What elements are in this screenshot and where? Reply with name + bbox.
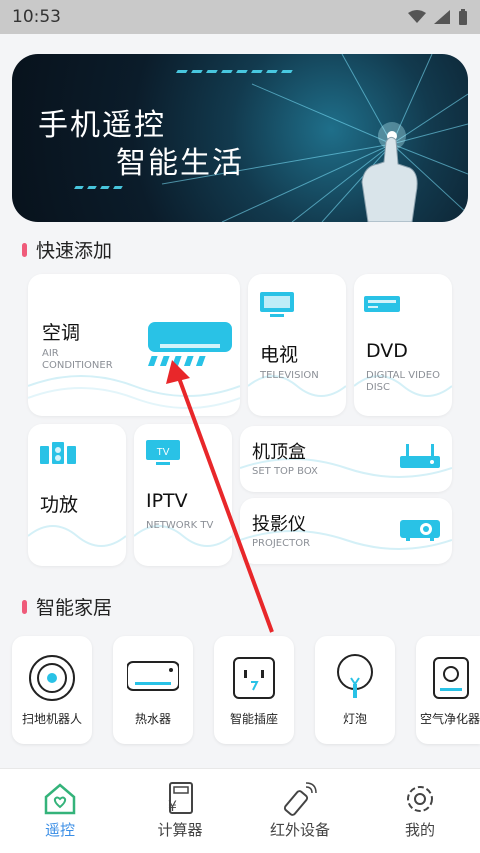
smart-home-title: 智能家居 — [36, 597, 113, 619]
robot-vacuum-icon — [29, 655, 75, 701]
section-marker — [22, 599, 27, 614]
remote-home-icon — [44, 783, 76, 815]
svg-text:TV: TV — [157, 447, 170, 458]
battery-icon — [459, 9, 467, 25]
device-card-iptv[interactable]: TV IPTV NETWORK TV — [134, 424, 232, 566]
device-card-amplifier[interactable]: 功放 — [28, 424, 126, 566]
smart-home-label: 热水器 — [134, 712, 171, 726]
smart-home-item-robot-vacuum[interactable]: 扫地机器人 — [12, 636, 92, 744]
device-sub-iptv: NETWORK TV — [146, 520, 214, 531]
amplifier-icon — [40, 442, 76, 464]
smart-home-label: 灯泡 — [342, 712, 367, 726]
status-time: 10:53 — [12, 7, 61, 27]
smart-home-item-smart-socket[interactable]: 智能插座 — [214, 636, 294, 744]
device-card-air-conditioner[interactable]: 空调 AIR CONDITIONER — [28, 274, 240, 416]
device-card-dvd[interactable]: DVD DIGITAL VIDEO DISC — [354, 274, 452, 416]
tab-calculator[interactable]: ¥ 计算器 — [120, 769, 240, 853]
status-bar: 10:53 — [0, 0, 480, 34]
air-conditioner-icon — [148, 322, 232, 366]
device-card-tv[interactable]: 电视 TELEVISION — [248, 274, 346, 416]
projector-icon — [400, 520, 440, 541]
tv-icon — [260, 292, 294, 317]
device-card-set-top-box[interactable]: 机顶盒 SET TOP BOX — [240, 426, 452, 492]
bottom-tab-bar: 遥控 ¥ 计算器 红外设备 我的 — [0, 768, 480, 853]
device-name-dvd: DVD — [366, 340, 408, 362]
smart-home-item-air-purifier[interactable]: 空气净化器 — [416, 636, 480, 744]
device-name-iptv: IPTV — [146, 490, 188, 512]
device-sub-dvd: DIGITAL VIDEO DISC — [366, 370, 440, 393]
device-name-projector: 投影仪 — [252, 514, 306, 535]
smart-home-heading: 智能家居 — [22, 593, 112, 620]
dvd-icon — [364, 296, 400, 312]
quick-add-heading: 快速添加 — [22, 236, 112, 263]
air-purifier-icon — [433, 657, 469, 699]
infrared-remote-icon — [283, 782, 317, 816]
smart-home-label: 扫地机器人 — [21, 712, 82, 726]
settings-gear-icon — [407, 786, 433, 812]
tab-label-mine: 我的 — [404, 821, 435, 839]
tab-mine[interactable]: 我的 — [360, 769, 480, 853]
light-bulb-icon — [337, 654, 373, 698]
banner-title-line2: 智能生活 — [116, 146, 244, 181]
device-sub-air-conditioner: AIR CONDITIONER — [42, 348, 113, 371]
device-sub-projector: PROJECTOR — [252, 538, 311, 549]
iptv-icon: TV — [146, 440, 180, 465]
wifi-icon — [408, 10, 426, 23]
section-marker — [22, 242, 27, 257]
smart-home-label: 智能插座 — [229, 712, 278, 726]
tab-label-infrared-devices: 红外设备 — [269, 821, 330, 839]
device-sub-set-top-box: SET TOP BOX — [252, 466, 318, 477]
quick-add-title: 快速添加 — [36, 240, 113, 262]
svg-text:¥: ¥ — [168, 799, 177, 815]
device-name-amplifier: 功放 — [40, 494, 79, 516]
tab-label-remote: 遥控 — [44, 821, 75, 839]
tab-remote[interactable]: 遥控 — [0, 769, 120, 853]
water-heater-icon — [127, 661, 179, 691]
smart-home-item-light-bulb[interactable]: 灯泡 — [315, 636, 395, 744]
smart-home-list: 扫地机器人 热水器 智能插座 灯泡 空气净化器 — [0, 636, 480, 746]
tab-infrared-devices[interactable]: 红外设备 — [240, 769, 360, 853]
smart-home-label: 空气净化器 — [420, 712, 480, 726]
calculator-icon: ¥ — [168, 782, 193, 815]
smart-socket-icon — [233, 657, 275, 699]
promo-banner[interactable]: 手机遥控 智能生活 — [12, 54, 468, 222]
set-top-box-icon — [400, 444, 440, 468]
smart-home-item-water-heater[interactable]: 热水器 — [113, 636, 193, 744]
device-name-set-top-box: 机顶盒 — [252, 442, 306, 463]
tab-label-calculator: 计算器 — [157, 821, 203, 839]
device-name-tv: 电视 — [260, 344, 299, 366]
card-wave-decoration — [134, 525, 232, 547]
device-sub-tv: TELEVISION — [260, 370, 319, 381]
device-name-air-conditioner: 空调 — [42, 322, 81, 344]
device-card-projector[interactable]: 投影仪 PROJECTOR — [240, 498, 452, 564]
signal-icon — [434, 10, 450, 24]
